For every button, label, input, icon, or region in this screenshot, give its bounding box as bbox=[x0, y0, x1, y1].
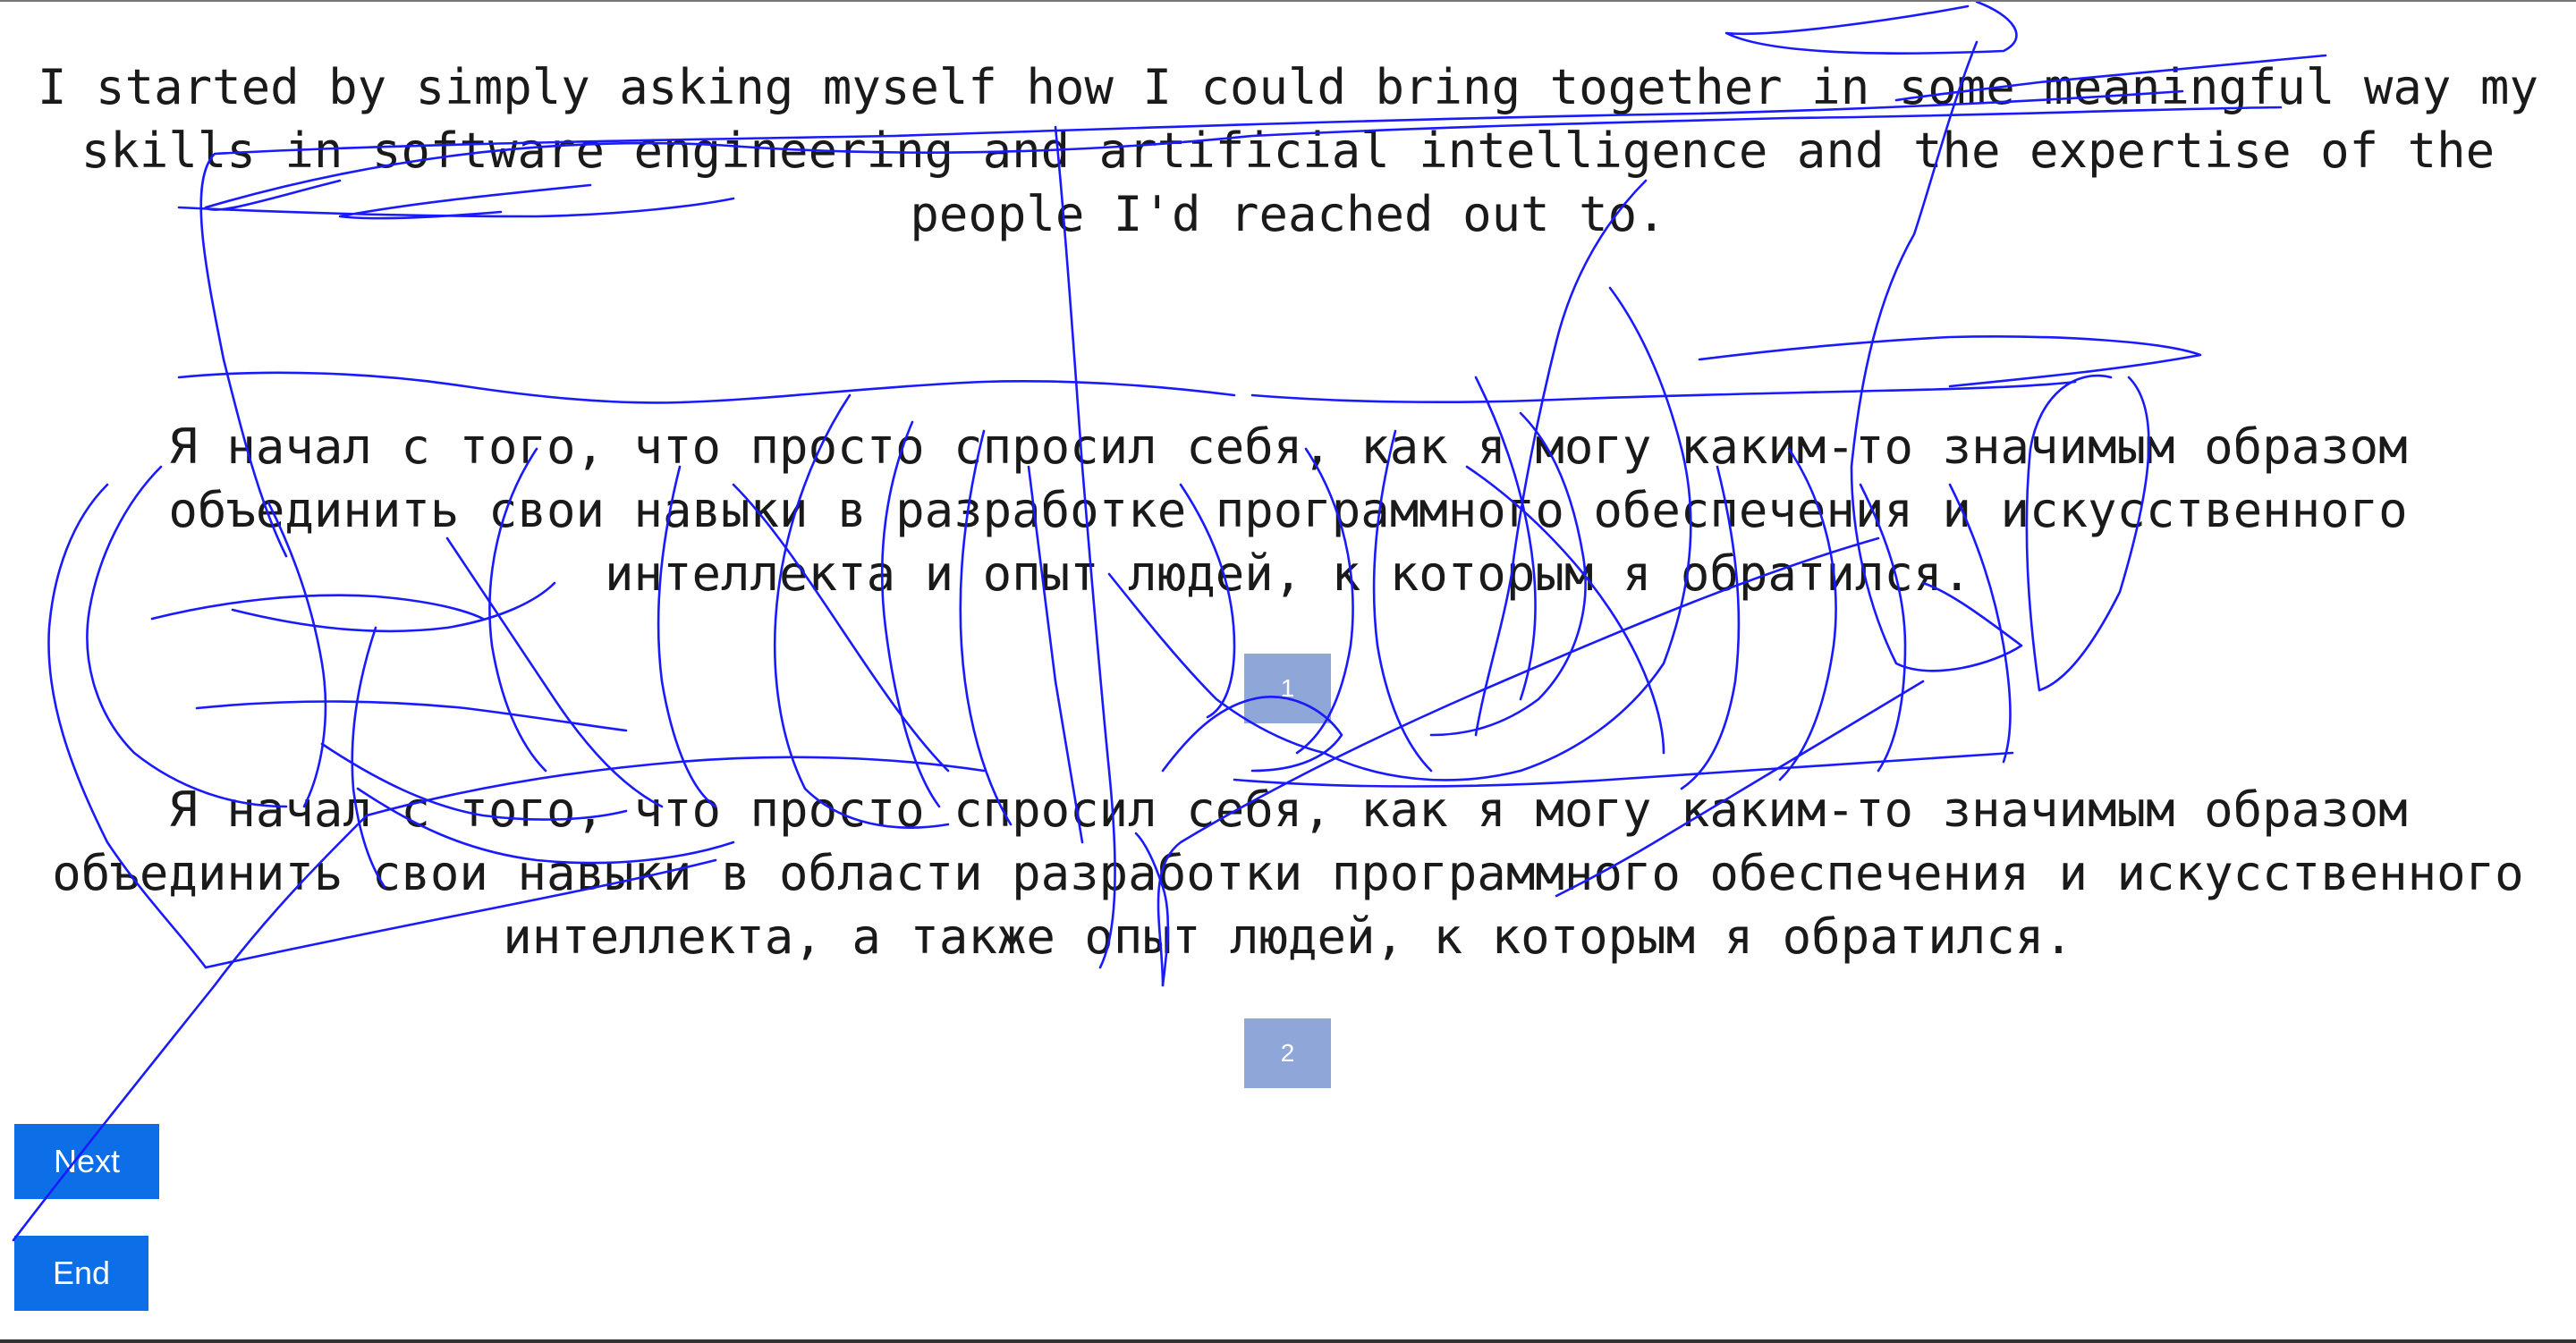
translation-line: Я начал с того, что просто спросил себя,… bbox=[168, 418, 2408, 475]
next-button[interactable]: Next bbox=[14, 1124, 159, 1199]
comparison-page: I started by simply asking myself how I … bbox=[0, 0, 2576, 1343]
translation-line: Я начал с того, что просто спросил себя,… bbox=[168, 781, 2408, 838]
source-sentence: I started by simply asking myself how I … bbox=[0, 55, 2576, 246]
scribble-stroke bbox=[1724, 2, 2018, 55]
source-line: people I'd reached out to. bbox=[910, 186, 1666, 242]
end-button[interactable]: End bbox=[14, 1236, 148, 1311]
translation-option-2: Я начал с того, что просто спросил себя,… bbox=[0, 778, 2576, 968]
translation-line: интеллекта, а также опыт людей, к которы… bbox=[503, 908, 2073, 965]
source-line: skills in software engineering and artif… bbox=[80, 122, 2496, 179]
translation-option-1: Я начал с того, что просто спросил себя,… bbox=[0, 415, 2576, 605]
translation-line: интеллекта и опыт людей, к которым я обр… bbox=[604, 545, 1971, 602]
scribble-stroke bbox=[1698, 335, 2202, 388]
scribble-stroke bbox=[1250, 380, 2077, 404]
translation-2-select-badge[interactable]: 2 bbox=[1244, 1018, 1331, 1088]
scribble-stroke bbox=[195, 700, 628, 732]
scribble-stroke bbox=[177, 371, 1236, 404]
translation-line: объединить свои навыки в области разрабо… bbox=[52, 845, 2524, 901]
source-line: I started by simply asking myself how I … bbox=[38, 59, 2538, 115]
translation-1-select-badge[interactable]: 1 bbox=[1244, 654, 1331, 723]
translation-line: объединить свои навыки в разработке прог… bbox=[168, 482, 2408, 538]
